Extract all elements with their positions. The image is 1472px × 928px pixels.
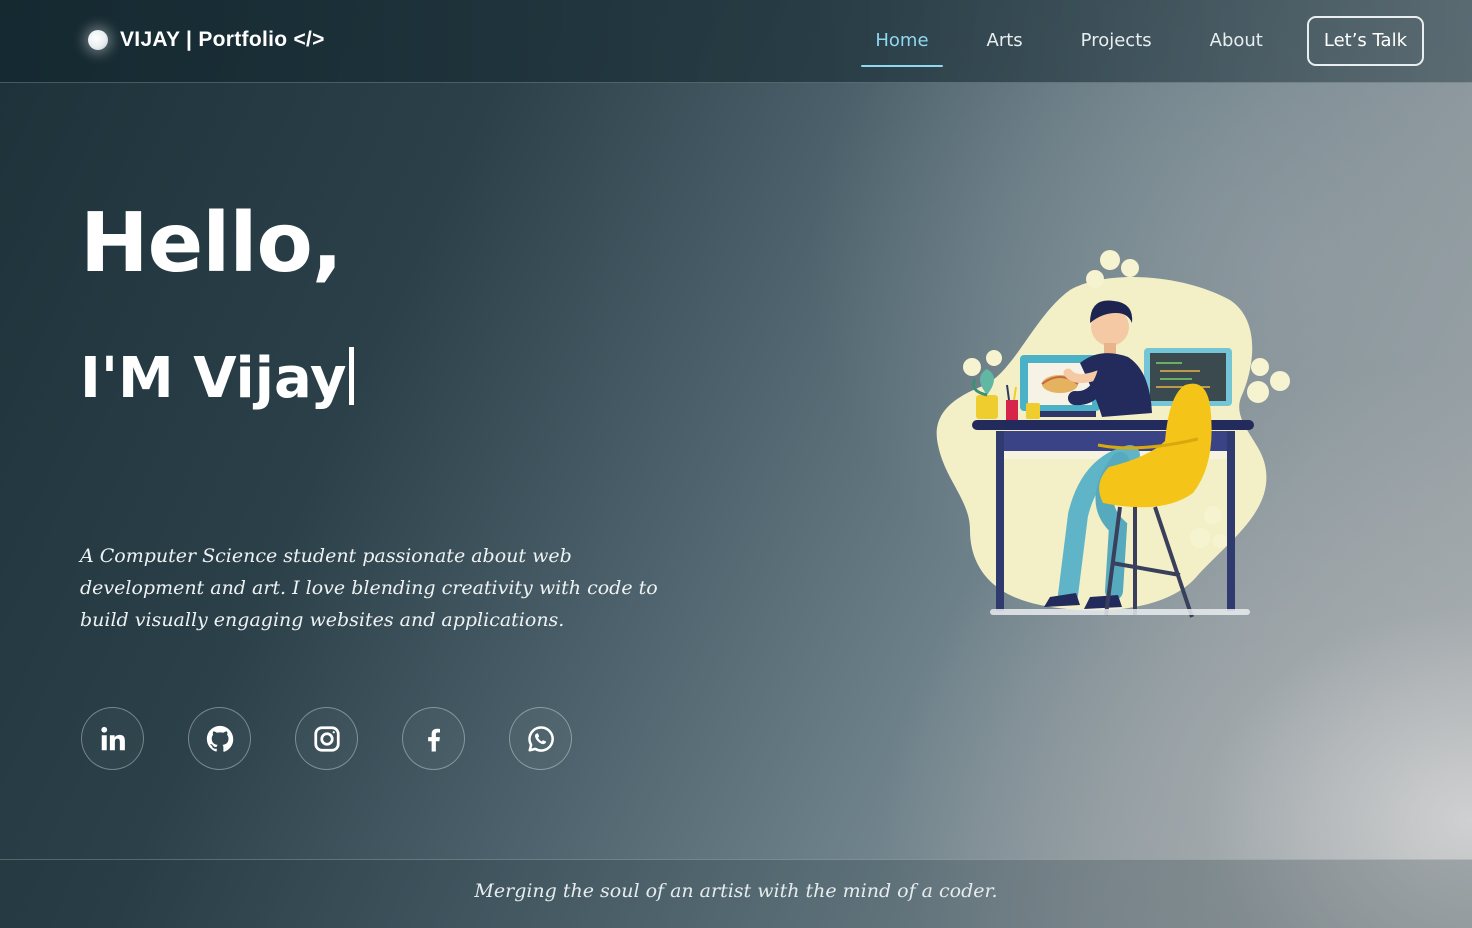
instagram-button[interactable] <box>295 707 358 770</box>
nav-link-projects[interactable]: Projects <box>1067 16 1166 66</box>
github-icon <box>206 725 233 752</box>
github-button[interactable] <box>188 707 251 770</box>
mug <box>1026 403 1040 419</box>
hero-name-text: I'M Vijay <box>80 346 347 411</box>
brand-name: VIJAY | Portfolio </> <box>120 28 325 51</box>
brand-logo[interactable]: VIJAY | Portfolio </> <box>88 28 325 52</box>
linkedin-icon <box>100 726 125 750</box>
glow-dot-icon <box>88 30 108 50</box>
facebook-button[interactable] <box>402 707 465 770</box>
nav-menu: Home Arts Projects About Let’s Talk <box>831 16 1424 67</box>
whatsapp-button[interactable] <box>509 707 572 770</box>
footer-tagline: Merging the soul of an artist with the m… <box>474 880 998 902</box>
plant-pot <box>976 395 998 419</box>
developer-at-desk-illustration <box>936 250 1290 618</box>
linkedin-button[interactable] <box>81 707 144 770</box>
navbar: VIJAY | Portfolio </> Home Arts Projects… <box>0 0 1472 83</box>
nav-link-arts[interactable]: Arts <box>973 16 1037 66</box>
hero-description: A Computer Science student passionate ab… <box>80 545 658 631</box>
nav-link-home[interactable]: Home <box>861 16 943 67</box>
desk-leg-right <box>1227 431 1235 611</box>
instagram-icon <box>313 725 340 752</box>
desk-top <box>972 420 1254 430</box>
pencil-cup <box>1006 400 1018 420</box>
social-links <box>81 707 616 770</box>
typing-cursor <box>348 347 354 405</box>
hero-greeting: Hello, <box>80 196 343 291</box>
whatsapp-icon <box>527 725 554 752</box>
footer: Merging the soul of an artist with the m… <box>0 859 1472 928</box>
lets-talk-button[interactable]: Let’s Talk <box>1306 16 1424 66</box>
facebook-icon <box>427 728 440 751</box>
desk-leg-left <box>996 431 1004 611</box>
hero-name-heading: I'M Vijay <box>80 346 354 411</box>
nav-link-about[interactable]: About <box>1196 16 1277 66</box>
